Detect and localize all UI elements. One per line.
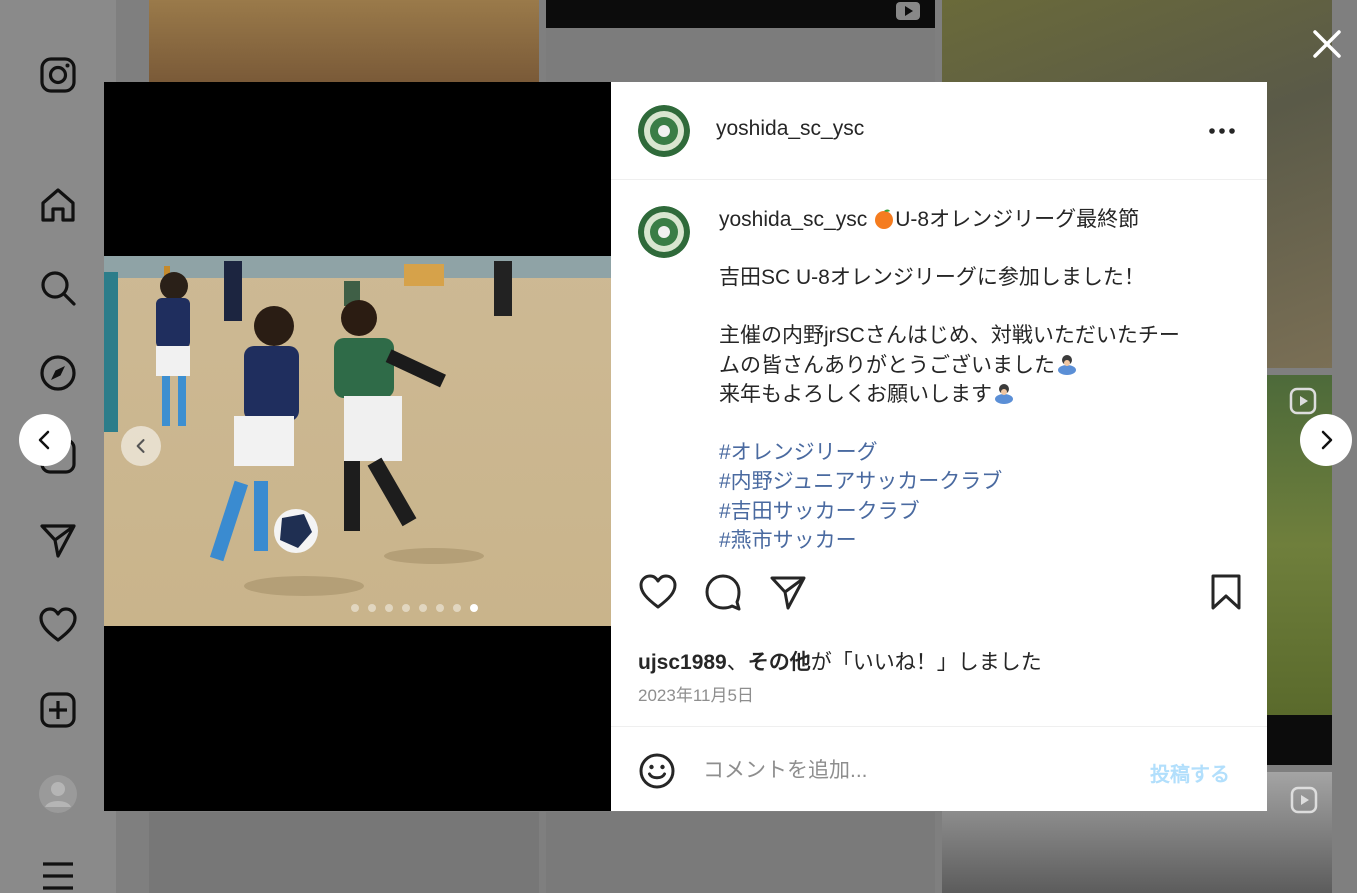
orange-emoji-icon [873,205,895,235]
close-button[interactable] [1309,26,1345,62]
grid-post-thumbnail[interactable] [546,812,935,893]
caption-username[interactable]: yoshida_sc_ysc [719,208,867,231]
grid-post-thumbnail[interactable] [149,812,539,893]
carousel-dot [469,604,478,612]
carousel-dot [350,604,359,612]
likes-suffix: が「いいね！」しました [810,651,1042,674]
profile-avatar[interactable] [38,774,78,814]
reel-video-icon [1290,786,1318,814]
carousel-dot [452,604,461,612]
carousel-indicator [104,604,611,612]
carousel-dot [384,604,393,612]
next-post-button[interactable] [1300,414,1352,466]
comment-input[interactable] [703,754,1123,788]
post-comment-button[interactable]: 投稿する [1150,758,1230,787]
search-icon[interactable] [38,268,78,308]
likes-summary: ujsc1989、その他が「いいね！」しました [638,646,1042,676]
post-photo [104,256,611,626]
emoji-picker-button[interactable] [638,752,676,790]
bookmark-icon [1211,574,1241,610]
comment-bubble-icon [705,574,741,611]
hashtag-link[interactable]: #オレンジリーグ [719,438,1219,468]
carousel-previous-button[interactable] [121,426,161,466]
carousel-dot [401,604,410,612]
chevron-left-icon [136,439,145,453]
instagram-logo-icon[interactable] [38,55,78,95]
hashtag-link[interactable]: #吉田サッカークラブ [719,497,1219,527]
reel-video-icon [896,2,920,20]
caption-title: U-8オレンジリーグ最終節 [895,208,1140,231]
post-modal: yoshida_sc_ysc yoshida_sc_ysc U-8オレンジリーグ最… [104,82,1267,811]
grid-post-thumbnail[interactable] [149,0,539,82]
caption-line: 主催の内野jrSCさんはじめ、対戦いただいたチー [719,324,1180,347]
save-button[interactable] [1206,572,1246,612]
chevron-right-icon [1321,430,1333,450]
reel-video-icon [1289,387,1317,415]
post-actions [611,572,1267,622]
author-username[interactable]: yoshida_sc_ysc [716,117,864,141]
bowing-person-emoji-icon [1055,351,1079,381]
caption-line: 来年もよろしくお願いします [719,383,992,406]
liked-by-user[interactable]: ujsc1989 [638,651,727,674]
liked-by-others-link[interactable]: その他 [748,651,811,674]
comment-bar: 投稿する [611,726,1267,811]
post-date[interactable]: 2023年11月5日 [638,681,754,706]
grid-post-thumbnail[interactable] [546,0,935,28]
post-header: yoshida_sc_ysc [611,82,1267,180]
more-horizontal-icon [1209,128,1235,134]
grid-post-thumbnail[interactable] [1267,715,1332,765]
heart-icon [639,574,677,609]
carousel-dot [418,604,427,612]
grid-post-thumbnail[interactable] [546,28,935,82]
more-options-button[interactable] [1208,120,1236,142]
bowing-person-emoji-icon [992,380,1016,410]
post-caption: yoshida_sc_ysc U-8オレンジリーグ最終節 吉田SC U-8オレンジ… [611,181,1267,561]
create-plus-icon[interactable] [38,690,78,730]
like-button[interactable] [638,572,678,612]
chevron-left-icon [38,430,50,450]
carousel-dot [367,604,376,612]
post-details-panel: yoshida_sc_ysc yoshida_sc_ysc U-8オレンジリーグ最… [611,82,1267,811]
share-button[interactable] [768,572,808,612]
notifications-heart-icon[interactable] [38,605,78,645]
menu-hamburger-icon[interactable] [38,858,78,893]
hashtag-link[interactable]: #内野ジュニアサッカークラブ [719,467,1219,497]
caption-author-avatar[interactable] [638,206,690,258]
author-avatar[interactable] [638,105,690,157]
caption-line: 吉田SC U-8オレンジリーグに参加しました！ [719,265,1145,289]
explore-compass-icon[interactable] [38,353,78,393]
previous-post-button[interactable] [19,414,71,466]
paper-plane-icon [770,576,806,610]
carousel-dot [435,604,444,612]
messages-paper-plane-icon[interactable] [38,520,78,560]
smiley-icon [639,753,675,789]
close-icon [1313,30,1341,58]
hashtag-link[interactable]: #燕市サッカー [719,526,1219,556]
home-icon[interactable] [38,185,78,225]
caption-line: ムの皆さんありがとうございました [719,353,1055,377]
likes-separator: 、 [726,651,748,674]
post-media-carousel[interactable] [104,82,611,811]
comment-button[interactable] [703,572,743,612]
